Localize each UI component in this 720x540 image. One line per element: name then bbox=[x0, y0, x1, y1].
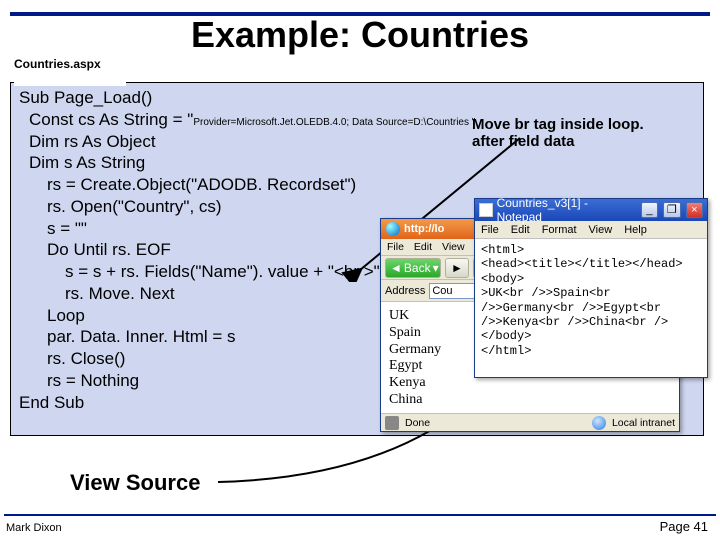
np-menu-format[interactable]: Format bbox=[542, 224, 577, 236]
notepad-icon bbox=[479, 203, 493, 217]
np-menu-view[interactable]: View bbox=[589, 224, 613, 236]
forward-button[interactable]: ► bbox=[445, 258, 469, 278]
back-label: Back bbox=[404, 261, 431, 275]
code-line: rs = Create.Object("ADODB. Recordset") bbox=[47, 174, 695, 196]
src-line: />>Kenya<br />>China<br /> bbox=[481, 315, 701, 329]
np-menu-edit[interactable]: Edit bbox=[511, 224, 530, 236]
code-text: Const cs As String = " bbox=[29, 110, 193, 129]
annotation-line: Move br tag inside loop. bbox=[472, 116, 702, 133]
code-text-small: Provider=Microsoft.Jet.OLEDB.4.0; Data S… bbox=[193, 117, 475, 128]
status-zone: Local intranet bbox=[612, 417, 675, 429]
footer-author: Mark Dixon bbox=[6, 522, 62, 534]
np-menu-help[interactable]: Help bbox=[624, 224, 647, 236]
view-source-label: View Source bbox=[70, 470, 200, 496]
code-line: Dim s As String bbox=[29, 152, 695, 174]
status-done: Done bbox=[405, 417, 430, 429]
browser-title: http://lo bbox=[404, 223, 444, 235]
minimize-button[interactable]: _ bbox=[641, 202, 658, 218]
src-line: <head><title></title></head> bbox=[481, 257, 701, 271]
annotation-line: after field data bbox=[472, 133, 702, 150]
address-label: Address bbox=[385, 285, 425, 297]
notepad-menubar[interactable]: File Edit Format View Help bbox=[475, 221, 707, 239]
menu-file[interactable]: File bbox=[387, 241, 404, 253]
np-menu-file[interactable]: File bbox=[481, 224, 499, 236]
src-line: <html> bbox=[481, 243, 701, 257]
notepad-body[interactable]: <html> <head><title></title></head> <bod… bbox=[475, 239, 707, 362]
notepad-titlebar: Countries_v3[1] - Notepad _ ❐ × bbox=[475, 199, 707, 221]
src-line: </html> bbox=[481, 344, 701, 358]
done-icon bbox=[385, 416, 399, 430]
notepad-window: Countries_v3[1] - Notepad _ ❐ × File Edi… bbox=[474, 198, 708, 378]
ie-icon bbox=[386, 222, 400, 236]
menu-view[interactable]: View bbox=[442, 241, 465, 253]
src-line: </body> bbox=[481, 329, 701, 343]
page-line: China bbox=[389, 392, 671, 409]
footer-page: Page 41 bbox=[660, 519, 708, 534]
annotation: Move br tag inside loop. after field dat… bbox=[472, 116, 702, 151]
src-line: >UK<br />>Spain<br bbox=[481, 286, 701, 300]
code-line: Sub Page_Load() bbox=[19, 87, 695, 109]
maximize-button[interactable]: ❐ bbox=[663, 202, 680, 218]
intranet-icon bbox=[592, 416, 606, 430]
src-line: />>Germany<br />>Egypt<br bbox=[481, 301, 701, 315]
browser-statusbar: Done Local intranet bbox=[381, 413, 679, 431]
file-label: Countries.aspx bbox=[14, 58, 126, 86]
bottom-rule bbox=[4, 514, 716, 516]
close-button[interactable]: × bbox=[686, 202, 703, 218]
src-line: <body> bbox=[481, 272, 701, 286]
slide-title: Example: Countries bbox=[0, 14, 720, 56]
menu-edit[interactable]: Edit bbox=[414, 241, 432, 253]
back-button[interactable]: ◄ Back ▾ bbox=[385, 258, 441, 278]
notepad-title: Countries_v3[1] - Notepad bbox=[497, 196, 632, 224]
